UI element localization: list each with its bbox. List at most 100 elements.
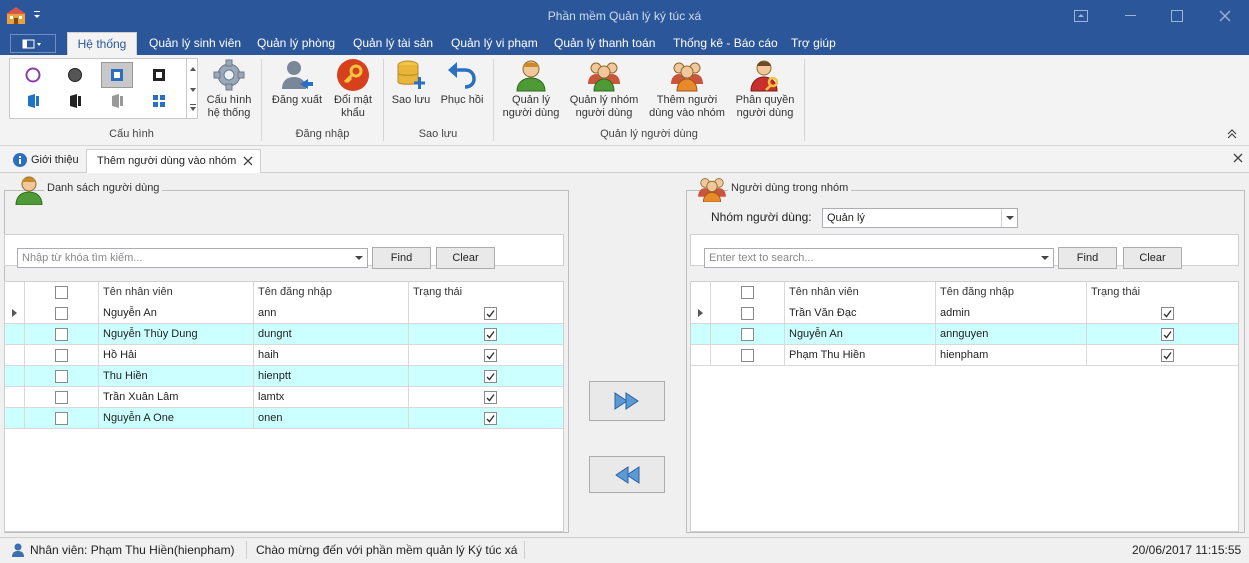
cau-hinh-he-thong-button[interactable]: Cấu hình hệ thống	[202, 58, 256, 124]
status-checkbox-checked[interactable]	[1160, 307, 1174, 320]
quan-ly-nguoi-dung-button[interactable]: Quản lý người dùng	[500, 58, 562, 124]
row-checkbox[interactable]	[55, 328, 68, 341]
right-clear-button[interactable]: Clear	[1123, 247, 1182, 269]
row-indicator[interactable]	[5, 387, 25, 408]
tab-quan-ly-tai-san[interactable]: Quản lý tài sản	[353, 32, 433, 55]
row-select-cell[interactable]	[25, 303, 99, 324]
close-tab-icon[interactable]	[243, 156, 253, 166]
column-ten-dang-nhap[interactable]: Tên đăng nhập	[254, 282, 409, 303]
row-indicator[interactable]	[5, 324, 25, 345]
select-all-cell[interactable]	[25, 282, 99, 303]
row-indicator[interactable]	[5, 408, 25, 429]
right-search-input[interactable]: Enter text to search...	[704, 248, 1054, 268]
select-all-cell[interactable]	[711, 282, 785, 303]
dang-xuat-button[interactable]: Đăng xuất	[268, 58, 326, 124]
row-checkbox[interactable]	[741, 307, 754, 320]
column-trang-thai[interactable]: Trạng thái	[409, 282, 563, 303]
tab-quan-ly-thanh-toan[interactable]: Quản lý thanh toán	[554, 32, 655, 55]
table-row[interactable]: Nguyễn Thùy Dung dungnt	[5, 324, 563, 345]
left-find-button[interactable]: Find	[372, 247, 431, 269]
status-checkbox-checked[interactable]	[1160, 349, 1174, 362]
row-indicator[interactable]	[5, 366, 25, 387]
application-menu-button[interactable]	[10, 34, 56, 53]
row-select-cell[interactable]	[25, 408, 99, 429]
gallery-scroll[interactable]	[186, 59, 198, 118]
table-row[interactable]: Nguyễn An ann	[5, 303, 563, 324]
move-left-button[interactable]	[589, 456, 665, 493]
phan-quyen-button[interactable]: Phân quyền người dùng	[733, 58, 797, 124]
cell-trang-thai[interactable]	[1087, 345, 1238, 366]
skin-office-2013-dark-icon[interactable]	[144, 63, 174, 87]
row-indicator[interactable]	[691, 303, 711, 324]
row-checkbox[interactable]	[55, 391, 68, 404]
skin-office-2010-black-icon[interactable]	[60, 63, 90, 87]
column-ten-nhan-vien[interactable]: Tên nhân viên	[785, 282, 936, 303]
cell-trang-thai[interactable]	[1087, 303, 1238, 324]
select-all-checkbox[interactable]	[741, 286, 754, 299]
row-checkbox[interactable]	[55, 349, 68, 362]
row-select-cell[interactable]	[25, 345, 99, 366]
tab-thong-ke-bao-cao[interactable]: Thống kê - Báo cáo	[673, 32, 778, 55]
move-right-button[interactable]	[589, 381, 665, 421]
quan-ly-nhom-button[interactable]: Quản lý nhóm người dùng	[568, 58, 640, 124]
tab-he-thong[interactable]: Hệ thống	[67, 32, 137, 55]
tab-quan-ly-vi-pham[interactable]: Quản lý vi phạm	[451, 32, 538, 55]
row-checkbox[interactable]	[55, 370, 68, 383]
row-indicator[interactable]	[691, 345, 711, 366]
sao-luu-button[interactable]: Sao lưu	[389, 58, 433, 124]
table-row[interactable]: Thu Hiền hienptt	[5, 366, 563, 387]
group-select[interactable]: Quản lý	[822, 208, 1018, 228]
close-button[interactable]	[1202, 0, 1248, 32]
doi-mat-khau-button[interactable]: Đổi mật khẩu	[329, 58, 377, 124]
tab-gioi-thieu[interactable]: Giới thiệu	[8, 149, 82, 173]
skin-office-2013-icon[interactable]	[101, 62, 133, 88]
select-all-checkbox[interactable]	[55, 286, 68, 299]
cell-trang-thai[interactable]	[1087, 324, 1238, 345]
row-select-cell[interactable]	[25, 324, 99, 345]
chevron-down-icon[interactable]	[1036, 249, 1053, 267]
them-nguoi-dung-vao-nhom-button[interactable]: Thêm người dùng vào nhóm	[646, 58, 728, 124]
chevron-down-icon[interactable]	[350, 249, 367, 267]
skin-metro-icon[interactable]	[144, 89, 174, 113]
tab-tro-giup[interactable]: Trợ giúp	[791, 32, 836, 55]
status-checkbox-checked[interactable]	[484, 349, 497, 362]
maximize-button[interactable]	[1154, 0, 1200, 32]
cell-trang-thai[interactable]	[409, 408, 563, 429]
table-row[interactable]: Hồ Hải haih	[5, 345, 563, 366]
row-checkbox[interactable]	[741, 328, 754, 341]
table-row[interactable]: Trần Xuân Lâm lamtx	[5, 387, 563, 408]
skin-gallery[interactable]	[9, 58, 198, 119]
status-checkbox-checked[interactable]	[1160, 328, 1174, 341]
left-clear-button[interactable]: Clear	[436, 247, 495, 269]
table-row[interactable]: Phạm Thu Hiền hienpham	[691, 345, 1238, 366]
left-user-grid[interactable]: Tên nhân viên Tên đăng nhập Trạng thái N…	[4, 281, 564, 532]
cell-trang-thai[interactable]	[409, 366, 563, 387]
row-select-cell[interactable]	[711, 345, 785, 366]
table-row[interactable]: Nguyễn A One onen	[5, 408, 563, 429]
left-search-input[interactable]: Nhập từ khóa tìm kiếm...	[17, 248, 368, 268]
skin-office-2016-icon[interactable]	[18, 89, 48, 113]
restore-ribbon-icon[interactable]	[1058, 0, 1104, 32]
row-checkbox[interactable]	[741, 349, 754, 362]
minimize-button[interactable]	[1108, 0, 1154, 32]
tab-them-nguoi-dung[interactable]: Thêm người dùng vào nhóm	[86, 149, 261, 173]
phuc-hoi-button[interactable]: Phục hồi	[438, 58, 486, 124]
row-select-cell[interactable]	[25, 366, 99, 387]
row-indicator[interactable]	[5, 345, 25, 366]
collapse-ribbon-icon[interactable]	[1226, 128, 1238, 140]
skin-office-2016-black-icon[interactable]	[60, 89, 90, 113]
row-indicator[interactable]	[5, 303, 25, 324]
row-select-cell[interactable]	[25, 387, 99, 408]
row-checkbox[interactable]	[55, 307, 68, 320]
chevron-down-icon[interactable]	[1001, 209, 1017, 227]
row-checkbox[interactable]	[55, 412, 68, 425]
status-checkbox-checked[interactable]	[484, 391, 497, 404]
status-checkbox-checked[interactable]	[484, 307, 497, 320]
cell-trang-thai[interactable]	[409, 387, 563, 408]
status-checkbox-checked[interactable]	[484, 328, 497, 341]
tab-quan-ly-sinh-vien[interactable]: Quản lý sinh viên	[149, 32, 241, 55]
right-user-grid[interactable]: Tên nhân viên Tên đăng nhập Trạng thái T…	[690, 281, 1239, 532]
status-checkbox-checked[interactable]	[484, 370, 497, 383]
skin-office-2016-gray-icon[interactable]	[102, 89, 132, 113]
status-checkbox-checked[interactable]	[484, 412, 497, 425]
